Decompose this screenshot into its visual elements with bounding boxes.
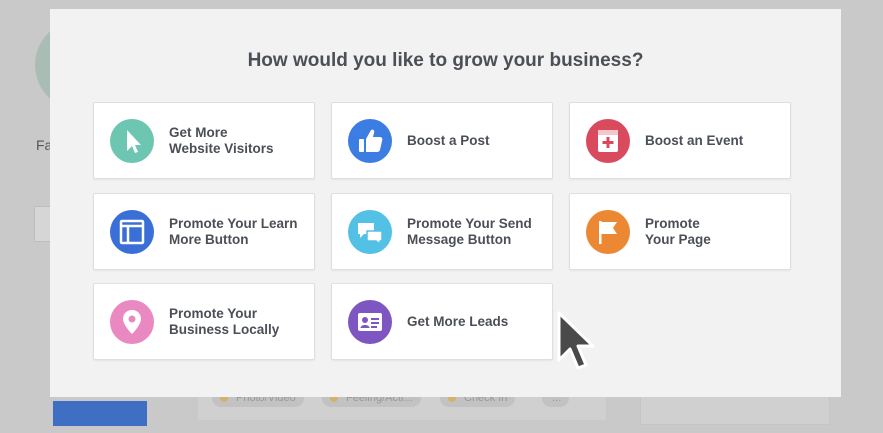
- option-label: Promote Your Send Message Button: [407, 215, 532, 247]
- option-learn-more-button[interactable]: Promote Your Learn More Button: [93, 193, 315, 270]
- option-label: Boost an Event: [645, 132, 744, 148]
- modal-title: How would you like to grow your business…: [247, 50, 644, 71]
- option-promote-page[interactable]: Promote Your Page: [569, 193, 791, 270]
- option-label: Promote Your Page: [645, 215, 711, 247]
- option-boost-event[interactable]: Boost an Event: [569, 102, 791, 179]
- option-label: Get More Website Visitors: [169, 124, 274, 156]
- option-label: Promote Your Learn More Button: [169, 215, 298, 247]
- option-promote-locally[interactable]: Promote Your Business Locally: [93, 283, 315, 360]
- window-icon: [110, 210, 154, 254]
- option-label: Get More Leads: [407, 313, 509, 329]
- pointer-icon: [110, 119, 154, 163]
- contact-card-icon: [348, 300, 392, 344]
- location-pin-icon: [110, 300, 154, 344]
- option-label: Promote Your Business Locally: [169, 305, 280, 337]
- background-blue-button: [53, 401, 147, 426]
- option-boost-post[interactable]: Boost a Post: [331, 102, 553, 179]
- option-send-message-button[interactable]: Promote Your Send Message Button: [331, 193, 553, 270]
- option-website-visitors[interactable]: Get More Website Visitors: [93, 102, 315, 179]
- option-get-more-leads[interactable]: Get More Leads: [331, 283, 553, 360]
- grow-business-modal: How would you like to grow your business…: [50, 9, 841, 397]
- flag-icon: [586, 210, 630, 254]
- calendar-plus-icon: [586, 119, 630, 163]
- option-label: Boost a Post: [407, 132, 490, 148]
- mouse-cursor-icon: [557, 311, 595, 370]
- chat-bubbles-icon: [348, 210, 392, 254]
- thumbs-up-icon: [348, 119, 392, 163]
